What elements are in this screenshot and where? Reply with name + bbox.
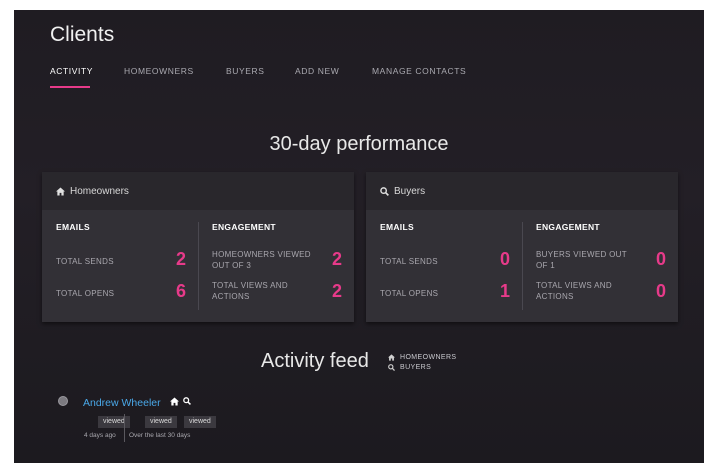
activity-feed-title: Activity feed — [261, 350, 369, 372]
legend-label: BUYERS — [400, 363, 432, 371]
tab-homeowners[interactable]: HOMEOWNERS — [124, 66, 194, 76]
activity-time: 4 days ago — [84, 432, 116, 439]
metric-value: 0 — [655, 249, 666, 269]
activity-badge: viewed — [145, 416, 177, 428]
page-title: Clients — [50, 23, 115, 46]
metric-value: 0 — [655, 281, 666, 301]
tab-activity[interactable]: ACTIVITY — [50, 66, 93, 76]
metric-label: TOTAL OPENS — [56, 289, 115, 298]
select-radio[interactable] — [58, 396, 68, 406]
column-divider — [522, 222, 523, 310]
feed-legend: HOMEOWNERS BUYERS — [388, 352, 457, 372]
client-type-icons — [170, 397, 191, 406]
homeowners-card: Homeowners EMAILS TOTAL SENDS 2 TOTAL OP… — [42, 172, 354, 322]
card-title: Buyers — [394, 185, 426, 197]
performance-title: 30-day performance — [269, 133, 449, 155]
legend-buyers: BUYERS — [388, 362, 457, 372]
metric-value: 2 — [175, 249, 186, 269]
activity-period: Over the last 30 days — [129, 432, 191, 439]
engagement-heading: ENGAGEMENT — [212, 222, 276, 232]
metric-label: TOTAL VIEWS AND ACTIONS — [212, 281, 288, 301]
tab-buyers[interactable]: BUYERS — [226, 66, 265, 76]
card-body: EMAILS TOTAL SENDS 2 TOTAL OPENS 6 ENGAG… — [42, 210, 354, 322]
metric-label: TOTAL SENDS — [56, 257, 114, 266]
metric-label: TOTAL OPENS — [380, 289, 439, 298]
legend-label: HOMEOWNERS — [400, 353, 457, 361]
search-icon — [183, 397, 191, 406]
activity-badge: viewed — [98, 416, 130, 428]
home-icon — [170, 397, 179, 406]
buyers-card: Buyers EMAILS TOTAL SENDS 0 TOTAL OPENS … — [366, 172, 678, 322]
card-header: Buyers — [366, 172, 678, 210]
activity-badge: viewed — [184, 416, 216, 428]
card-body: EMAILS TOTAL SENDS 0 TOTAL OPENS 1 ENGAG… — [366, 210, 678, 322]
feed-item: Andrew Wheeler viewed viewed viewed 4 da… — [58, 394, 358, 454]
metric-value: 6 — [175, 281, 186, 301]
tab-add-new[interactable]: ADD NEW — [295, 66, 339, 76]
metric-value: 1 — [499, 281, 510, 301]
search-icon — [380, 186, 389, 196]
engagement-heading: ENGAGEMENT — [536, 222, 600, 232]
metric-label: BUYERS VIEWED OUT OF 1 — [536, 250, 627, 270]
search-icon — [388, 363, 395, 371]
column-divider — [198, 222, 199, 310]
metric-value: 2 — [331, 249, 342, 269]
metric-value: 2 — [331, 281, 342, 301]
active-tab-indicator — [50, 86, 90, 88]
metric-label: HOMEOWNERS VIEWED OUT OF 3 — [212, 250, 311, 270]
home-icon — [56, 186, 65, 196]
home-icon — [388, 353, 395, 361]
tab-manage-contacts[interactable]: MANAGE CONTACTS — [372, 66, 466, 76]
metric-label: TOTAL VIEWS AND ACTIONS — [536, 281, 612, 301]
meta-divider — [124, 414, 125, 442]
emails-heading: EMAILS — [380, 222, 414, 232]
client-name-link[interactable]: Andrew Wheeler — [83, 397, 161, 409]
emails-heading: EMAILS — [56, 222, 90, 232]
metric-label: TOTAL SENDS — [380, 257, 438, 266]
metric-value: 0 — [499, 249, 510, 269]
card-title: Homeowners — [70, 185, 129, 197]
legend-homeowners: HOMEOWNERS — [388, 352, 457, 362]
card-header: Homeowners — [42, 172, 354, 210]
clients-app: Clients ACTIVITY HOMEOWNERS BUYERS ADD N… — [14, 10, 704, 463]
